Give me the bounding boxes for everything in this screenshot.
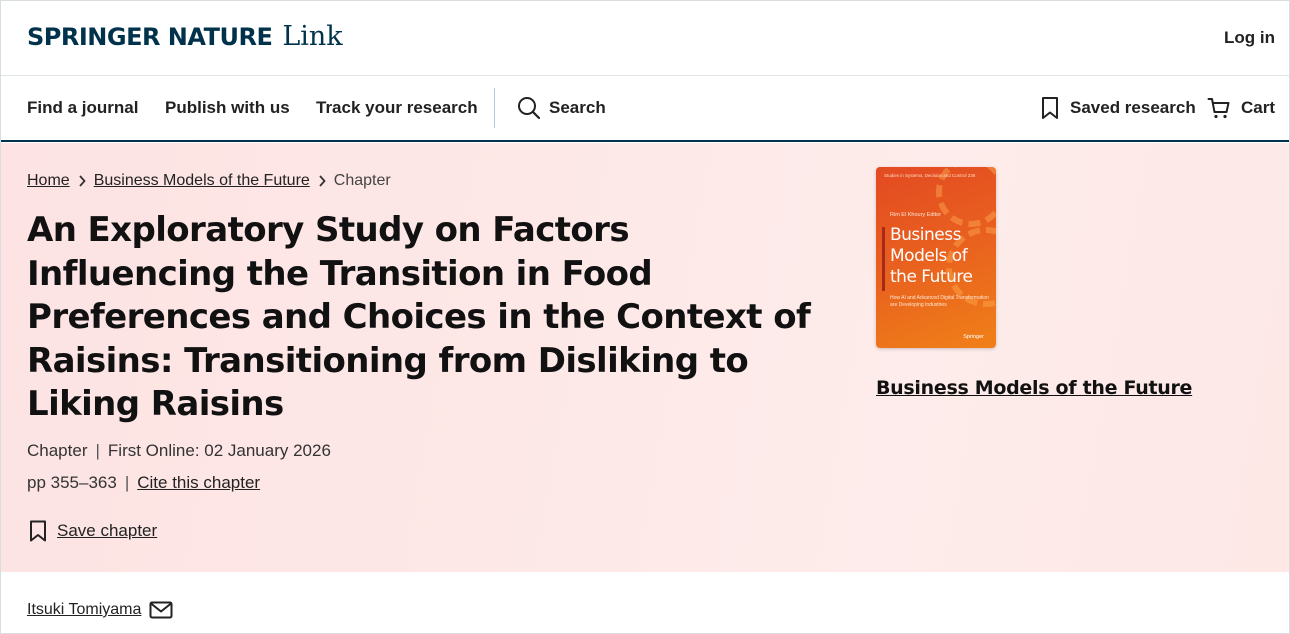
bookmark-icon bbox=[1040, 96, 1060, 120]
cover-title: Business Models of the Future bbox=[890, 225, 973, 287]
envelope-icon bbox=[149, 601, 173, 619]
cart-icon bbox=[1207, 96, 1231, 120]
author-item[interactable]: Itsuki Tomiyama bbox=[27, 601, 173, 619]
meta-separator: | bbox=[95, 441, 100, 460]
chapter-pages-line: pp 355–363 | Cite this chapter bbox=[27, 473, 260, 493]
nav-publish-with-us[interactable]: Publish with us bbox=[165, 98, 290, 118]
main-nav: Find a journal Publish with us Track you… bbox=[1, 76, 1289, 142]
book-cover-image[interactable]: Studies in Systems, Decision and Control… bbox=[876, 167, 996, 348]
chevron-right-icon bbox=[78, 175, 86, 187]
save-chapter-button[interactable]: Save chapter bbox=[29, 520, 157, 542]
breadcrumb-home[interactable]: Home bbox=[27, 172, 70, 190]
book-title-link[interactable]: Business Models of the Future bbox=[876, 377, 1192, 399]
nav-find-journal[interactable]: Find a journal bbox=[27, 98, 138, 118]
login-link[interactable]: Log in bbox=[1224, 28, 1275, 48]
nav-track-research[interactable]: Track your research bbox=[316, 98, 478, 118]
cover-subtitle: How AI and Advanced Digital Transformati… bbox=[890, 295, 989, 308]
chapter-meta: Chapter | First Online: 02 January 2026 bbox=[27, 441, 331, 461]
chapter-hero: Home Business Models of the Future Chapt… bbox=[1, 143, 1289, 572]
save-chapter-label: Save chapter bbox=[57, 521, 158, 540]
cover-series: Studies in Systems, Decision and Control… bbox=[884, 173, 976, 178]
breadcrumb-current: Chapter bbox=[333, 172, 391, 189]
breadcrumb: Home Business Models of the Future Chapt… bbox=[27, 172, 391, 190]
first-online-date: First Online: 02 January 2026 bbox=[107, 441, 331, 460]
nav-divider bbox=[494, 88, 495, 128]
top-header: SPRINGER NATURE Link Log in bbox=[1, 1, 1289, 76]
cover-publisher: Springer bbox=[963, 334, 984, 340]
meta-separator: | bbox=[124, 473, 130, 492]
cover-accent-bar bbox=[882, 227, 885, 291]
brand-primary: SPRINGER NATURE bbox=[27, 23, 273, 51]
chapter-title: An Exploratory Study on Factors Influenc… bbox=[27, 210, 811, 424]
author-name: Itsuki Tomiyama bbox=[27, 601, 142, 618]
breadcrumb-book[interactable]: Business Models of the Future bbox=[94, 172, 310, 190]
content-type: Chapter bbox=[27, 441, 88, 460]
chevron-right-icon bbox=[318, 175, 326, 187]
cover-editor: Rim El Khoury Editor bbox=[890, 212, 942, 218]
saved-research-link[interactable]: Saved research bbox=[1040, 96, 1196, 120]
search-label: Search bbox=[549, 98, 606, 117]
cart-link[interactable]: Cart bbox=[1207, 96, 1275, 120]
saved-research-label: Saved research bbox=[1070, 98, 1196, 117]
cite-chapter-link[interactable]: Cite this chapter bbox=[137, 473, 260, 493]
springer-nature-link-logo[interactable]: SPRINGER NATURE Link bbox=[27, 21, 343, 52]
brand-secondary: Link bbox=[282, 21, 343, 52]
page-range: pp 355–363 bbox=[27, 473, 117, 492]
search-icon bbox=[517, 96, 541, 120]
cart-label: Cart bbox=[1241, 98, 1276, 117]
search-button[interactable]: Search bbox=[517, 96, 606, 120]
bookmark-icon bbox=[29, 520, 47, 542]
